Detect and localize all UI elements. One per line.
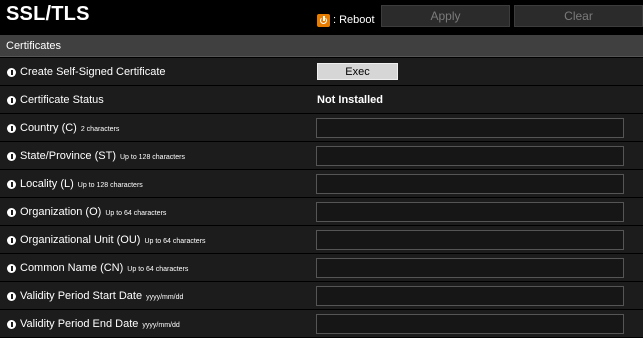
- title-bar: SSL/TLS : Reboot Apply Clear: [0, 0, 643, 32]
- reboot-icon: [317, 13, 330, 27]
- row-hint: Up to 64 characters: [144, 238, 206, 245]
- row-common-name: Common Name (CN) Up to 64 characters: [0, 254, 643, 282]
- locality-field[interactable]: [316, 174, 624, 194]
- row-label: Validity Period Start Date yyyy/mm/dd: [20, 290, 184, 302]
- row-hint: yyyy/mm/dd: [146, 294, 184, 301]
- row-organizational-unit: Organizational Unit (OU) Up to 64 charact…: [0, 226, 643, 254]
- reboot-indicator: : Reboot: [317, 12, 375, 28]
- row-label: Certificate Status: [20, 94, 104, 106]
- row-label: Organizational Unit (OU) Up to 64 charact…: [20, 234, 206, 246]
- exec-button[interactable]: Exec: [317, 63, 398, 80]
- validity-end-field[interactable]: [316, 314, 624, 334]
- row-label: Organization (O) Up to 64 characters: [20, 206, 167, 218]
- country-field[interactable]: [316, 118, 624, 138]
- row-label: Locality (L) Up to 128 characters: [20, 178, 143, 190]
- info-icon[interactable]: [7, 180, 16, 189]
- row-create-self-signed: Create Self-Signed Certificate Exec: [0, 58, 643, 86]
- reboot-label: : Reboot: [333, 14, 375, 26]
- info-icon[interactable]: [7, 320, 16, 329]
- row-locality: Locality (L) Up to 128 characters: [0, 170, 643, 198]
- row-hint: Up to 128 characters: [77, 182, 143, 189]
- row-label: State/Province (ST) Up to 128 characters: [20, 150, 185, 162]
- info-icon[interactable]: [7, 292, 16, 301]
- row-country: Country (C) 2 characters: [0, 114, 643, 142]
- row-hint: Up to 64 characters: [105, 210, 167, 217]
- section-title: Certificates: [6, 40, 62, 52]
- certificate-status-value: Not Installed: [317, 94, 384, 106]
- row-state-province: State/Province (ST) Up to 128 characters: [0, 142, 643, 170]
- row-hint: yyyy/mm/dd: [142, 322, 180, 329]
- certificate-settings-list: Create Self-Signed Certificate Exec Cert…: [0, 58, 643, 338]
- row-validity-end: Validity Period End Date yyyy/mm/dd: [0, 310, 643, 338]
- info-icon[interactable]: [7, 264, 16, 273]
- info-icon[interactable]: [7, 208, 16, 217]
- row-organization: Organization (O) Up to 64 characters: [0, 198, 643, 226]
- page-title: SSL/TLS: [6, 3, 90, 25]
- row-validity-start: Validity Period Start Date yyyy/mm/dd: [0, 282, 643, 310]
- info-icon[interactable]: [7, 152, 16, 161]
- row-certificate-status: Certificate Status Not Installed: [0, 86, 643, 114]
- row-label: Create Self-Signed Certificate: [20, 66, 166, 78]
- organization-field[interactable]: [316, 202, 624, 222]
- clear-button[interactable]: Clear: [514, 5, 643, 27]
- row-hint: Up to 64 characters: [127, 266, 189, 273]
- row-label: Country (C) 2 characters: [20, 122, 120, 134]
- row-label: Common Name (CN) Up to 64 characters: [20, 262, 189, 274]
- organizational-unit-field[interactable]: [316, 230, 624, 250]
- row-hint: Up to 128 characters: [119, 154, 185, 161]
- info-icon[interactable]: [7, 124, 16, 133]
- info-icon[interactable]: [7, 68, 16, 77]
- section-header-certificates: Certificates: [0, 35, 643, 57]
- row-label: Validity Period End Date yyyy/mm/dd: [20, 318, 180, 330]
- info-icon[interactable]: [7, 236, 16, 245]
- validity-start-field[interactable]: [316, 286, 624, 306]
- row-hint: 2 characters: [80, 126, 120, 133]
- state-province-field[interactable]: [316, 146, 624, 166]
- info-icon[interactable]: [7, 96, 16, 105]
- common-name-field[interactable]: [316, 258, 624, 278]
- apply-button[interactable]: Apply: [381, 5, 510, 27]
